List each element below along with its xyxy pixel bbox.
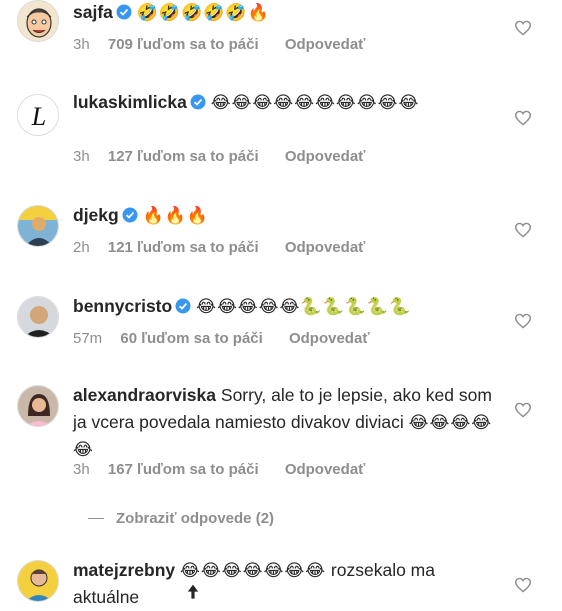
comment-meta: 2h 121 ľuďom sa to páči Odpovedať: [73, 239, 365, 256]
svg-text:L: L: [31, 102, 46, 131]
reply-button[interactable]: Odpovedať: [289, 330, 370, 347]
reply-button[interactable]: Odpovedať: [285, 148, 366, 165]
person-photo-avatar-icon: [18, 297, 58, 337]
comment-text: djekg 🔥🔥🔥: [73, 202, 502, 231]
like-heart-icon[interactable]: [514, 222, 532, 238]
comment-meta: 57m 60 ľuďom sa to páči Odpovedať: [73, 330, 370, 347]
comment-text: matejzrebny 😂😂😂😂😂😂😂 rozsekalo ma aktuáln…: [73, 557, 502, 611]
person-photo-avatar-icon: [18, 206, 58, 246]
reply-button[interactable]: Odpovedať: [285, 36, 366, 53]
timestamp[interactable]: 3h: [73, 461, 90, 478]
comment-text: lukaskimlicka 😂😂😂😂😂😂😂😂😂😂: [73, 89, 502, 118]
comment-text: alexandraorviska Sorry, ale to je lepsie…: [73, 382, 502, 463]
avatar[interactable]: L: [17, 94, 59, 136]
timestamp[interactable]: 57m: [73, 330, 102, 347]
comment-text: sajfa 🤣🤣🤣🤣🤣🔥: [73, 0, 502, 28]
person-photo-avatar-icon: [18, 386, 58, 426]
like-heart-icon[interactable]: [514, 577, 532, 593]
comment-meta: 3h 167 ľuďom sa to páči Odpovedať: [73, 461, 365, 478]
likes-count[interactable]: 60 ľuďom sa to páči: [120, 330, 262, 347]
emoji-text: 🤣🤣🤣🤣🤣🔥: [136, 3, 270, 22]
emoji-text: 😂😂😂😂😂😂😂: [180, 561, 327, 580]
likes-count[interactable]: 121 ľuďom sa to páči: [108, 239, 259, 256]
avatar[interactable]: [17, 0, 59, 42]
comment-text: bennycristo 😂😂😂😂😂🐍🐍🐍🐍🐍: [73, 293, 502, 322]
username[interactable]: sajfa: [73, 2, 113, 22]
like-heart-icon[interactable]: [514, 402, 532, 418]
likes-count[interactable]: 167 ľuďom sa to páči: [108, 461, 259, 478]
username[interactable]: bennycristo: [73, 296, 172, 316]
avatar[interactable]: [17, 385, 59, 427]
verified-badge-icon: [190, 91, 206, 118]
timestamp[interactable]: 3h: [73, 36, 90, 53]
comment-meta: 3h 709 ľuďom sa to páči Odpovedať: [73, 36, 365, 53]
username[interactable]: djekg: [73, 205, 119, 225]
divider-line: [88, 518, 104, 519]
verified-badge-icon: [175, 295, 191, 322]
view-replies-button[interactable]: Zobraziť odpovede (2): [88, 510, 274, 527]
timestamp[interactable]: 3h: [73, 148, 90, 165]
view-replies-label: Zobraziť odpovede (2): [116, 510, 275, 527]
cartoon-person-avatar-icon: [18, 561, 58, 601]
reply-button[interactable]: Odpovedať: [285, 239, 366, 256]
emoji-text: 🔥🔥🔥: [142, 206, 210, 225]
username[interactable]: matejzrebny: [73, 560, 175, 580]
username[interactable]: lukaskimlicka: [73, 92, 187, 112]
letter-L-logo-avatar-icon: L: [18, 95, 58, 135]
cartoon-face-avatar-icon: [18, 1, 58, 41]
emoji-text: 😂😂😂😂😂😂😂😂😂😂: [210, 93, 420, 112]
emoji-text: 😂😂😂😂😂🐍🐍🐍🐍🐍: [196, 297, 412, 316]
reply-button[interactable]: Odpovedať: [285, 461, 366, 478]
likes-count[interactable]: 127 ľuďom sa to páči: [108, 148, 259, 165]
avatar[interactable]: [17, 296, 59, 338]
timestamp[interactable]: 2h: [73, 239, 90, 256]
like-heart-icon[interactable]: [514, 110, 532, 126]
verified-badge-icon: [122, 204, 138, 231]
like-heart-icon[interactable]: [514, 20, 532, 36]
username[interactable]: alexandraorviska: [73, 385, 216, 405]
verified-badge-icon: [116, 1, 132, 28]
avatar[interactable]: [17, 560, 59, 602]
like-heart-icon[interactable]: [514, 313, 532, 329]
avatar[interactable]: [17, 205, 59, 247]
comment-meta: 3h 127 ľuďom sa to páči Odpovedať: [73, 148, 365, 165]
mouse-cursor-icon: [186, 583, 200, 605]
likes-count[interactable]: 709 ľuďom sa to páči: [108, 36, 259, 53]
